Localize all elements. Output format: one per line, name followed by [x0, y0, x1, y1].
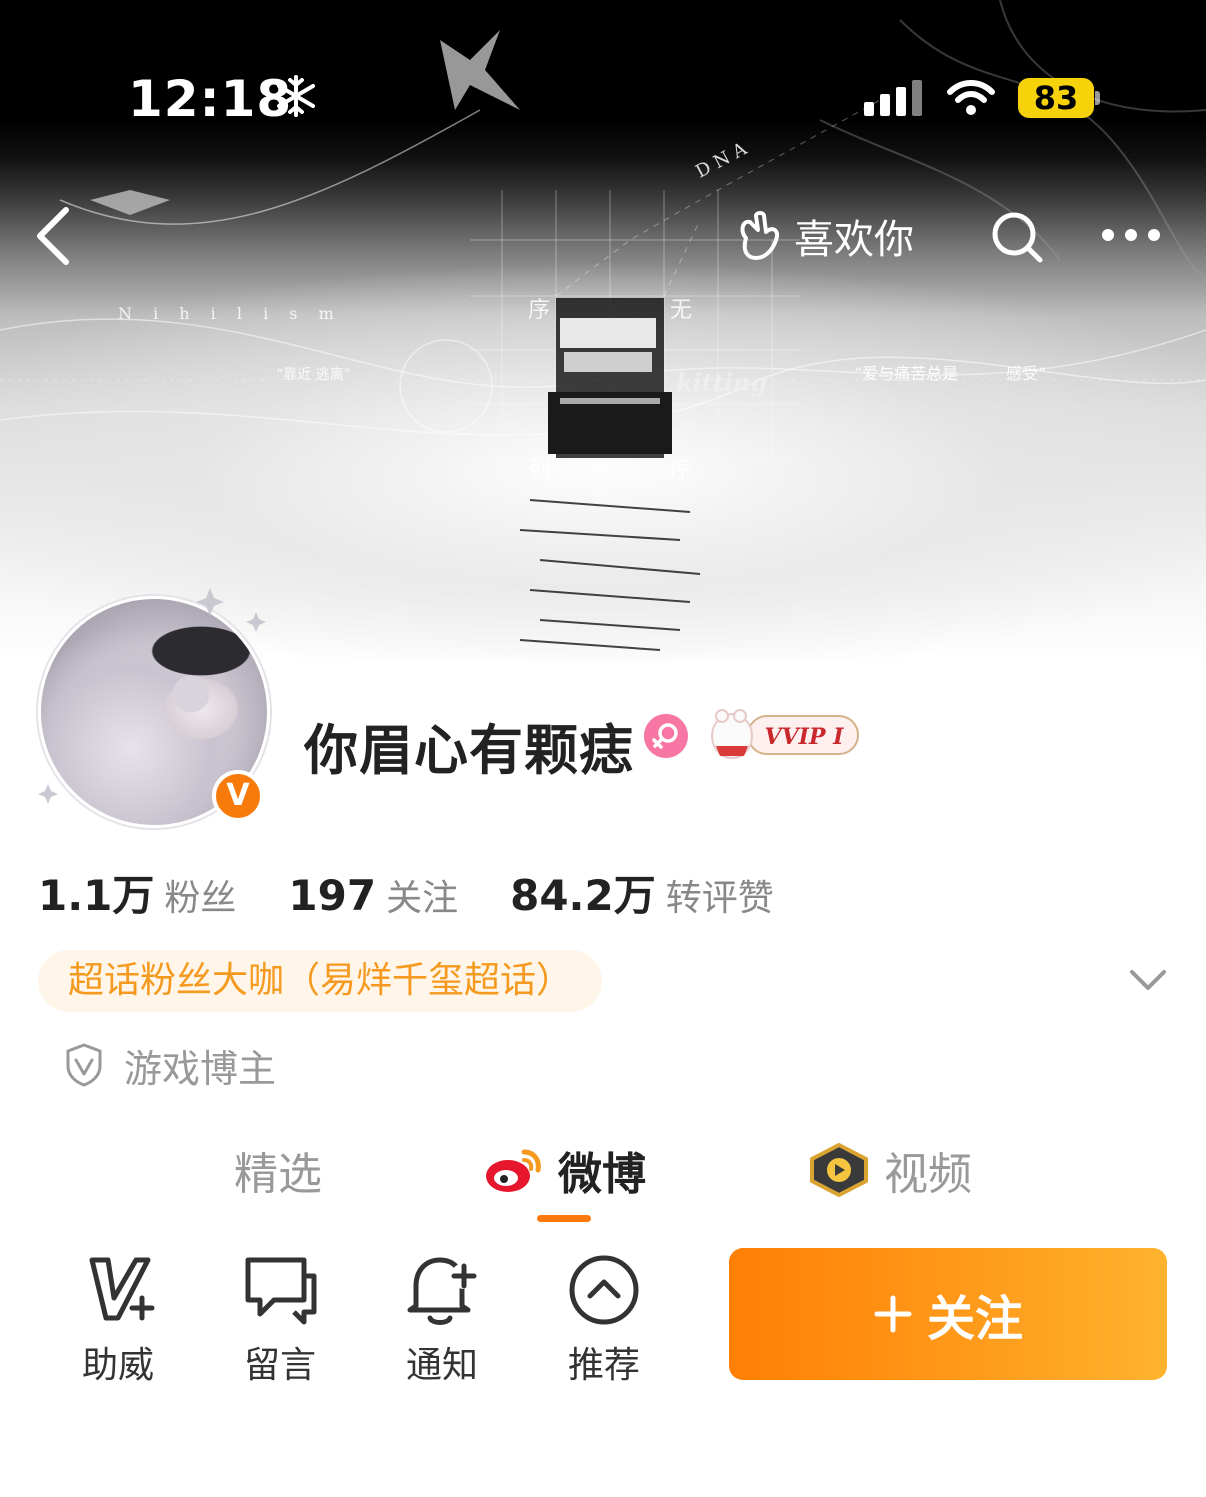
cheer-label: 助威 — [81, 1345, 154, 1386]
cover-text-xu2: 序 — [670, 458, 693, 483]
super-topic-tag[interactable]: 超话粉丝大咖（易烊千玺超话） — [38, 950, 603, 1012]
back-arrow-icon[interactable] — [30, 204, 80, 268]
followers-label[interactable]: 粉丝 — [164, 869, 236, 921]
username: 你眉心有颗痣 — [304, 719, 634, 782]
tab-featured-label: 精选 — [234, 1149, 322, 1200]
cover-text-xu: 序 — [528, 298, 551, 323]
cover-text-lie: 列 — [528, 458, 551, 483]
message-label: 留言 — [243, 1345, 316, 1386]
notify-label: 通知 — [405, 1345, 478, 1386]
cheer-button[interactable]: 助威 — [68, 1252, 168, 1388]
cover-text-kitting: kitting — [676, 368, 768, 397]
search-icon[interactable] — [990, 210, 1044, 264]
recommend-button[interactable]: 推荐 — [554, 1252, 654, 1388]
more-options-icon[interactable] — [1100, 222, 1162, 248]
vvip-badge[interactable]: VVIP I — [708, 708, 862, 762]
interactions-label[interactable]: 转评赞 — [666, 869, 774, 921]
active-tab-indicator — [537, 1215, 591, 1222]
cover-caption-right-2: 感受” — [1006, 364, 1047, 383]
snowflake-icon — [277, 75, 315, 117]
follow-button[interactable]: 关注 — [729, 1248, 1167, 1380]
shield-v-icon — [66, 1043, 102, 1087]
tab-video-label: 视频 — [884, 1149, 972, 1200]
follow-label: 关注 — [926, 1291, 1023, 1347]
cellular-signal-icon — [864, 80, 922, 116]
like-you-button[interactable]: 喜欢你 — [736, 210, 914, 263]
weibo-logo-icon — [486, 1149, 541, 1192]
tab-weibo-label: 微博 — [558, 1149, 646, 1200]
cover-caption-right: “爱与痛苦总是 — [854, 364, 959, 383]
followers-count[interactable]: 1.1万 — [38, 862, 154, 923]
message-icon — [245, 1257, 317, 1325]
certification-row[interactable]: 游戏博主 — [64, 1038, 276, 1092]
status-time: 12:18 — [128, 70, 293, 128]
profile-cover-banner[interactable]: N i h i l i s m 序 无 列 序 “靠近 逃离” “爱与痛苦总是 … — [0, 0, 1206, 660]
vvip-label: VVIP I — [765, 724, 845, 750]
following-label[interactable]: 关注 — [386, 869, 458, 921]
notify-button[interactable]: 通知 — [392, 1252, 492, 1388]
female-gender-icon — [644, 714, 688, 758]
bell-plus-icon — [407, 1257, 477, 1325]
finger-heart-icon — [740, 211, 779, 260]
cover-text-nihilism: N i h i l i s m — [118, 304, 342, 323]
recommend-label: 推荐 — [567, 1345, 640, 1386]
tab-featured[interactable]: 精选 — [234, 1140, 322, 1200]
battery-tip — [1095, 91, 1100, 105]
chevron-down-icon[interactable] — [1128, 966, 1168, 994]
battery-indicator: 83 — [1018, 78, 1094, 118]
certification-label: 游戏博主 — [124, 1046, 277, 1091]
plus-icon — [874, 1295, 912, 1333]
message-button[interactable]: 留言 — [230, 1252, 330, 1388]
video-badge-icon — [810, 1143, 868, 1197]
chevron-up-circle-icon — [569, 1255, 639, 1325]
wifi-icon — [947, 80, 995, 115]
following-count[interactable]: 197 — [288, 871, 376, 920]
like-you-label: 喜欢你 — [794, 217, 914, 263]
cover-caption-left: “靠近 逃离” — [276, 367, 351, 383]
profile-stats: 1.1万 粉丝 197 关注 84.2万 转评赞 — [38, 862, 826, 921]
cover-text-wu: 无 — [670, 298, 693, 323]
verified-badge: V — [212, 770, 264, 822]
tab-weibo[interactable]: 微博 — [484, 1140, 646, 1200]
tab-video[interactable]: 视频 — [808, 1140, 972, 1200]
v-plus-icon — [89, 1257, 155, 1321]
interactions-count[interactable]: 84.2万 — [510, 862, 656, 923]
